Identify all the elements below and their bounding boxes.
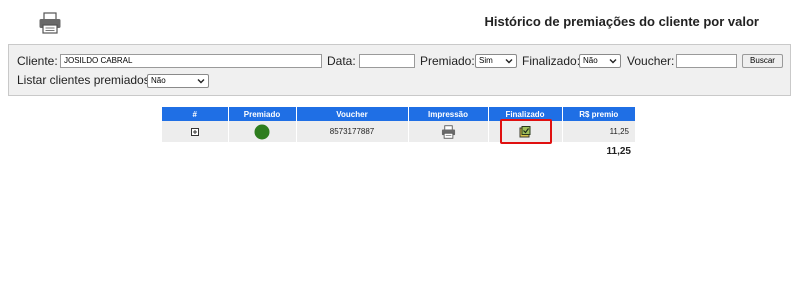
voucher-cell: 8573177887 — [296, 121, 409, 142]
finalizado-cell — [488, 121, 563, 142]
column-header-voucher: Voucher — [296, 107, 409, 121]
chevron-down-icon — [609, 59, 617, 64]
listar-select[interactable]: Não — [147, 74, 209, 88]
voucher-label: Voucher: — [627, 54, 675, 68]
column-header-premiado: Premiado — [228, 107, 297, 121]
data-input[interactable] — [359, 54, 415, 68]
printer-icon[interactable] — [441, 124, 456, 139]
listar-label: Listar clientes premiados: — [17, 73, 154, 87]
finalizado-select-value: Não — [583, 56, 598, 65]
column-header-premio: R$ premio — [562, 107, 635, 121]
filter-panel: Cliente: JOSILDO CABRAL Data: Premiado: … — [8, 44, 791, 96]
listar-select-value: Não — [151, 76, 166, 85]
plus-box-icon[interactable] — [190, 127, 199, 136]
column-header-impressao: Impressão — [408, 107, 489, 121]
total-premio: 11,25 — [606, 146, 631, 157]
chevron-down-icon — [197, 79, 205, 84]
table-header-row: # Premiado Voucher Impressão Finalizado … — [162, 107, 635, 121]
buscar-button[interactable]: Buscar — [742, 54, 783, 68]
green-circle-icon — [254, 124, 270, 139]
page-title: Histórico de premiações do cliente por v… — [484, 14, 759, 29]
premiado-cell — [228, 121, 297, 142]
premio-cell: 11,25 — [562, 121, 635, 142]
premiado-select-value: Sim — [479, 56, 493, 65]
data-label: Data: — [327, 54, 356, 68]
impressao-cell — [408, 121, 489, 142]
premiado-select[interactable]: Sim — [475, 54, 517, 68]
table-row: 8573177887 11,25 — [162, 121, 635, 142]
printer-icon[interactable] — [38, 12, 62, 34]
voucher-input[interactable] — [676, 54, 737, 68]
chevron-down-icon — [505, 59, 513, 64]
column-header-finalizado: Finalizado — [488, 107, 563, 121]
expand-cell — [162, 121, 229, 142]
cliente-input[interactable]: JOSILDO CABRAL — [60, 54, 322, 68]
finalized-stamp-icon[interactable] — [519, 125, 531, 138]
cliente-label: Cliente: — [17, 54, 58, 68]
finalizado-select[interactable]: Não — [579, 54, 621, 68]
results-table: # Premiado Voucher Impressão Finalizado … — [162, 107, 635, 142]
premiado-label: Premiado: — [420, 54, 475, 68]
column-header-index: # — [162, 107, 229, 121]
finalizado-label: Finalizado: — [522, 54, 581, 68]
